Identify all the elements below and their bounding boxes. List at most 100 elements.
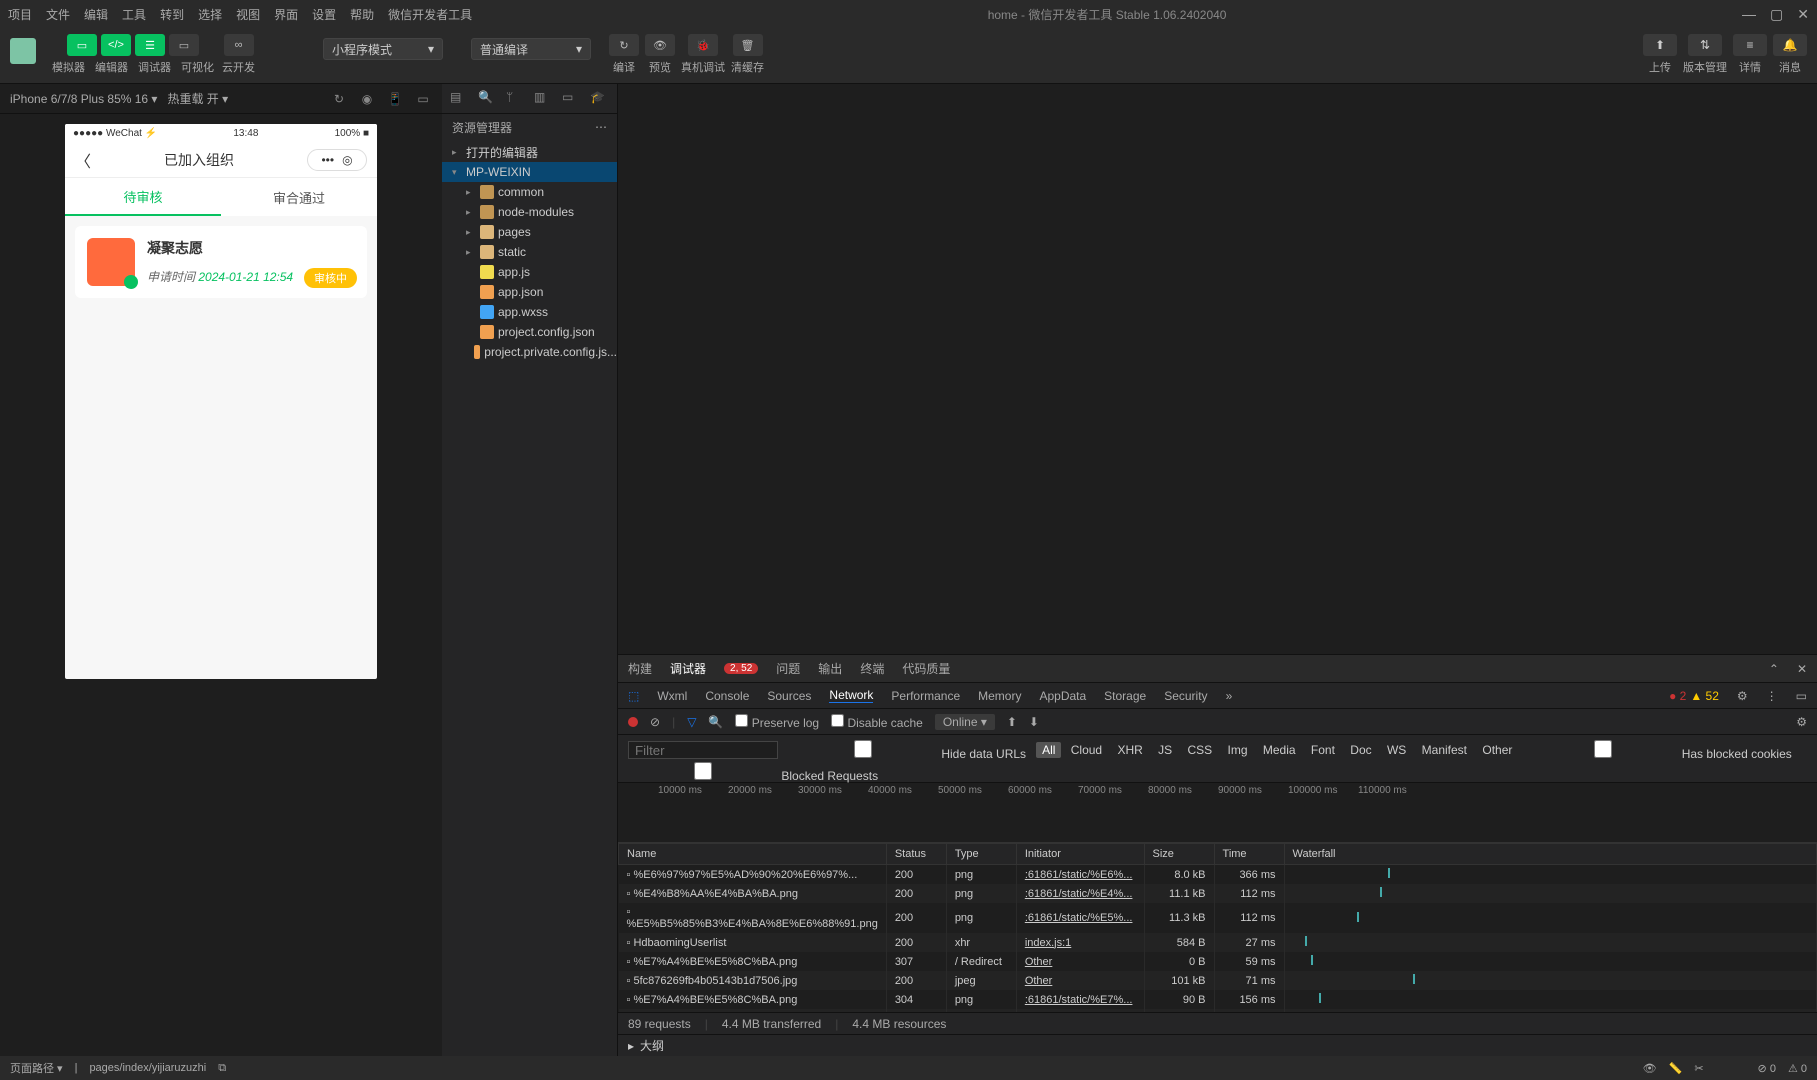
menu-item[interactable]: 选择 — [198, 6, 222, 23]
filter-type[interactable]: JS — [1152, 742, 1178, 758]
org-card[interactable]: 凝聚志愿 申请时间 2024-01-21 12:54 审核中 — [75, 226, 367, 298]
action-button[interactable]: ↻ — [609, 34, 639, 56]
popout-icon[interactable]: ▭ — [414, 90, 432, 108]
right-action-button[interactable]: 🔔 — [1773, 34, 1807, 56]
close-icon[interactable]: ✕ — [1797, 6, 1809, 23]
filter-type[interactable]: CSS — [1182, 742, 1219, 758]
throttle-select[interactable]: Online ▾ — [935, 714, 995, 730]
open-editors[interactable]: ▸打开的编辑器 — [442, 142, 617, 162]
visual-toggle[interactable]: ▭ — [169, 34, 199, 56]
timeline-overview[interactable]: 10000 ms20000 ms30000 ms40000 ms50000 ms… — [618, 783, 1817, 843]
filter-type[interactable]: Img — [1222, 742, 1254, 758]
menu-item[interactable]: 界面 — [274, 6, 298, 23]
panel-tab[interactable]: Memory — [978, 689, 1021, 703]
menu-item[interactable]: 编辑 — [84, 6, 108, 23]
warning-count[interactable]: ⚠ 0 — [1788, 1062, 1807, 1075]
upload-icon[interactable]: ⬆ — [1007, 715, 1017, 729]
right-action-button[interactable]: ⇅ — [1688, 34, 1722, 56]
filter-type[interactable]: XHR — [1111, 742, 1148, 758]
filter-type[interactable]: Media — [1257, 742, 1302, 758]
network-row[interactable]: ▫ HdbaomingUserlist200xhrindex.js:1584 B… — [619, 933, 1817, 952]
tree-item[interactable]: ▸common — [442, 182, 617, 202]
tree-item[interactable]: project.private.config.js... — [442, 342, 617, 362]
split-icon[interactable]: ▥ — [534, 90, 552, 108]
outline-section[interactable]: ▸大纲 — [618, 1034, 1817, 1056]
close-devtools-icon[interactable]: ✕ — [1797, 662, 1807, 676]
devtools-tab[interactable]: 调试器 — [670, 660, 706, 677]
tree-item[interactable]: project.config.json — [442, 322, 617, 342]
download-icon[interactable]: ⬇ — [1029, 715, 1039, 729]
eye-icon[interactable]: 👁 — [1643, 1062, 1657, 1075]
filter-type[interactable]: All — [1036, 742, 1061, 758]
tree-item[interactable]: app.js — [442, 262, 617, 282]
devtools-tab[interactable]: 问题 — [776, 660, 800, 677]
scissors-icon[interactable]: ✂ — [1694, 1062, 1703, 1075]
panel-action-icon[interactable]: ⋮ — [1766, 689, 1778, 703]
devtools-tab[interactable]: 代码质量 — [902, 660, 950, 677]
error-count[interactable]: ⊘ 0 — [1758, 1062, 1776, 1075]
menu-item[interactable]: 项目 — [8, 6, 32, 23]
network-row[interactable]: ▫ %E6%97%97%E5%AD%90%20%E6%97%...200png:… — [619, 865, 1817, 885]
menu-item[interactable]: 转到 — [160, 6, 184, 23]
action-button[interactable]: 🗑 — [733, 34, 763, 56]
search-icon[interactable]: 🔍 — [478, 90, 496, 108]
cloud-dev-button[interactable]: ∞ — [224, 34, 254, 56]
filter-type[interactable]: Doc — [1344, 742, 1377, 758]
compile-select[interactable]: 普通编译▾ — [471, 38, 591, 60]
tree-item[interactable]: app.json — [442, 282, 617, 302]
user-avatar[interactable] — [10, 38, 36, 64]
menu-item[interactable]: 设置 — [312, 6, 336, 23]
filter-icon[interactable]: ▽ — [687, 715, 696, 729]
network-row[interactable]: ▫ %E7%A4%BE%E5%8C%BA.png304png:61861/sta… — [619, 990, 1817, 1009]
devtools-tab[interactable]: 终端 — [860, 660, 884, 677]
debugger-toggle[interactable]: ☰ — [135, 34, 165, 56]
copy-icon[interactable]: ⧉ — [218, 1062, 226, 1075]
devtools-tab[interactable]: 构建 — [628, 660, 652, 677]
branch-icon[interactable]: ᛘ — [506, 90, 524, 108]
network-row[interactable]: ▫ %E5%B5%85%B3%E4%BA%8E%E6%88%91.png200p… — [619, 903, 1817, 933]
panel-tab[interactable]: Performance — [891, 689, 960, 703]
menu-item[interactable]: 文件 — [46, 6, 70, 23]
panel-tab[interactable]: Console — [705, 689, 749, 703]
tab-approved[interactable]: 审合通过 — [221, 178, 377, 216]
panel-action-icon[interactable]: ▭ — [1796, 689, 1807, 703]
device-icon[interactable]: 📱 — [386, 90, 404, 108]
phone-simulator[interactable]: ●●●●● WeChat ⚡ 13:48 100% ■ 〈 已加入组织 •••◎… — [65, 124, 377, 679]
network-row[interactable]: ▫ 5fc876269fb4b05143b1d7506.jpg200jpegOt… — [619, 971, 1817, 990]
panel-tab[interactable]: Sources — [767, 689, 811, 703]
tab-pending[interactable]: 待审核 — [65, 178, 221, 216]
editor-toggle[interactable]: </> — [101, 34, 131, 56]
filter-type[interactable]: Other — [1476, 742, 1518, 758]
filter-type[interactable]: Cloud — [1065, 742, 1108, 758]
record-icon[interactable]: ◉ — [358, 90, 376, 108]
more-icon[interactable]: ⋯ — [595, 120, 607, 134]
tree-item[interactable]: ▸static — [442, 242, 617, 262]
clear-icon[interactable]: ⊘ — [650, 715, 660, 729]
minimize-icon[interactable]: — — [1742, 6, 1756, 23]
refresh-icon[interactable]: ↻ — [330, 90, 348, 108]
menu-item[interactable]: 微信开发者工具 — [388, 6, 472, 23]
action-button[interactable]: 👁 — [645, 34, 675, 56]
panel-action-icon[interactable]: ⚙ — [1737, 689, 1748, 703]
menu-item[interactable]: 视图 — [236, 6, 260, 23]
devtools-tab[interactable]: 输出 — [818, 660, 842, 677]
right-action-button[interactable]: ≡ — [1733, 34, 1767, 56]
maximize-icon[interactable]: ▢ — [1770, 6, 1783, 23]
tree-item[interactable]: ▸node-modules — [442, 202, 617, 222]
filter-input[interactable] — [628, 741, 778, 759]
layout-icon[interactable]: ▭ — [562, 90, 580, 108]
search-icon[interactable]: 🔍 — [708, 715, 723, 729]
academic-icon[interactable]: 🎓 — [590, 90, 608, 108]
back-icon[interactable]: 〈 — [75, 148, 91, 172]
panel-tab[interactable]: Storage — [1104, 689, 1146, 703]
panel-tab[interactable]: Network — [829, 688, 873, 703]
action-button[interactable]: 🐞 — [688, 34, 718, 56]
filter-type[interactable]: Font — [1305, 742, 1341, 758]
settings-icon[interactable]: ⚙ — [1796, 715, 1807, 729]
record-icon[interactable] — [628, 717, 638, 727]
right-action-button[interactable]: ⬆ — [1643, 34, 1677, 56]
tree-item[interactable]: ▸pages — [442, 222, 617, 242]
inspect-icon[interactable]: ⬚ — [628, 689, 639, 703]
menu-item[interactable]: 工具 — [122, 6, 146, 23]
collapse-icon[interactable]: ⌃ — [1769, 662, 1779, 676]
